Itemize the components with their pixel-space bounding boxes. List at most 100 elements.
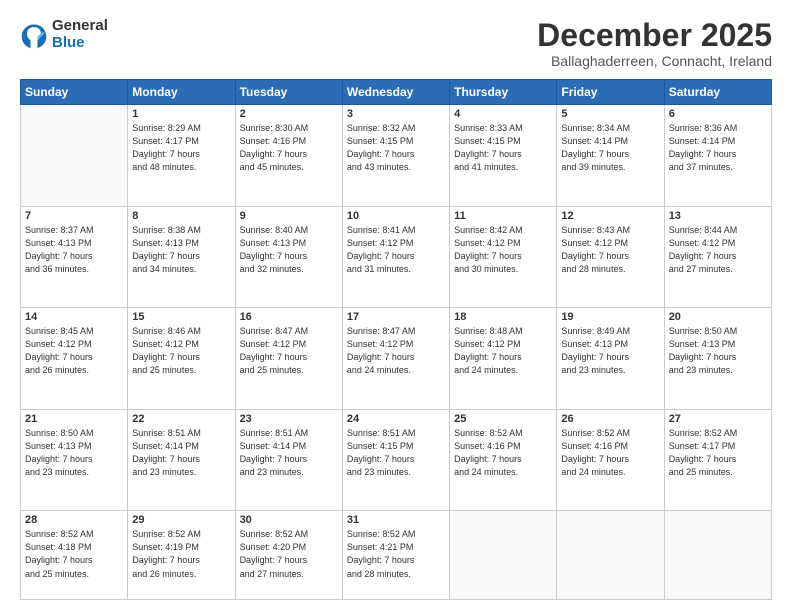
calendar-cell: 9Sunrise: 8:40 AM Sunset: 4:13 PM Daylig… (235, 206, 342, 308)
calendar-cell: 15 Sunrise: 8:46 AM Sunset: 4:12 PM Dayli… (128, 308, 235, 410)
day-number: 29 (132, 514, 230, 526)
day-number: 5 (561, 108, 659, 120)
calendar-header-thursday: Thursday (450, 80, 557, 105)
day-number: 27 (669, 413, 767, 425)
day-number: 9 (240, 210, 338, 222)
calendar-cell (21, 105, 128, 207)
calendar-cell: 24 Sunrise: 8:51 AM Sunset: 4:15 PM Dayli… (342, 409, 449, 511)
calendar-cell: 13 Sunrise: 8:44 AM Sunset: 4:12 PM Dayli… (664, 206, 771, 308)
calendar-cell: 7 Sunrise: 8:37 AM Sunset: 4:13 PM Daylig… (21, 206, 128, 308)
day-info: Sunrise: 8:47 AM Sunset: 4:12 PM Dayligh… (347, 325, 445, 377)
day-number: 24 (347, 413, 445, 425)
day-info: Sunrise: 8:45 AM Sunset: 4:12 PM Dayligh… (25, 325, 123, 377)
calendar-cell: 16 Sunrise: 8:47 AM Sunset: 4:12 PM Dayli… (235, 308, 342, 410)
day-number: 21 (25, 413, 123, 425)
day-number: 8 (132, 210, 230, 222)
calendar-cell: 20 Sunrise: 8:50 AM Sunset: 4:13 PM Dayli… (664, 308, 771, 410)
day-number: 7 (25, 210, 123, 222)
day-number: 26 (561, 413, 659, 425)
day-number: 22 (132, 413, 230, 425)
day-info: Sunrise: 8:52 AM Sunset: 4:16 PM Dayligh… (454, 427, 552, 479)
calendar-header-monday: Monday (128, 80, 235, 105)
day-number: 1 (132, 108, 230, 120)
header-right: December 2025 Ballaghaderreen, Connacht,… (537, 18, 772, 69)
day-number: 11 (454, 210, 552, 222)
day-number: 6 (669, 108, 767, 120)
calendar-cell: 14 Sunrise: 8:45 AM Sunset: 4:12 PM Dayli… (21, 308, 128, 410)
calendar-cell: 23 Sunrise: 8:51 AM Sunset: 4:14 PM Dayli… (235, 409, 342, 511)
day-info: Sunrise: 8:37 AM Sunset: 4:13 PM Dayligh… (25, 224, 123, 276)
day-info: Sunrise: 8:48 AM Sunset: 4:12 PM Dayligh… (454, 325, 552, 377)
calendar-cell (557, 511, 664, 600)
day-number: 18 (454, 311, 552, 323)
calendar-cell: 31Sunrise: 8:52 AM Sunset: 4:21 PM Dayli… (342, 511, 449, 600)
page: General Blue December 2025 Ballaghaderre… (0, 0, 792, 612)
day-info: Sunrise: 8:50 AM Sunset: 4:13 PM Dayligh… (669, 325, 767, 377)
calendar-cell: 1Sunrise: 8:29 AM Sunset: 4:17 PM Daylig… (128, 105, 235, 207)
day-number: 3 (347, 108, 445, 120)
day-info: Sunrise: 8:47 AM Sunset: 4:12 PM Dayligh… (240, 325, 338, 377)
day-info: Sunrise: 8:52 AM Sunset: 4:18 PM Dayligh… (25, 528, 123, 580)
calendar-cell: 27Sunrise: 8:52 AM Sunset: 4:17 PM Dayli… (664, 409, 771, 511)
day-info: Sunrise: 8:52 AM Sunset: 4:16 PM Dayligh… (561, 427, 659, 479)
calendar-header-row: SundayMondayTuesdayWednesdayThursdayFrid… (21, 80, 772, 105)
calendar-table: SundayMondayTuesdayWednesdayThursdayFrid… (20, 79, 772, 600)
day-info: Sunrise: 8:51 AM Sunset: 4:14 PM Dayligh… (240, 427, 338, 479)
calendar-cell: 19Sunrise: 8:49 AM Sunset: 4:13 PM Dayli… (557, 308, 664, 410)
calendar-cell: 29Sunrise: 8:52 AM Sunset: 4:19 PM Dayli… (128, 511, 235, 600)
day-number: 2 (240, 108, 338, 120)
day-number: 19 (561, 311, 659, 323)
day-info: Sunrise: 8:46 AM Sunset: 4:12 PM Dayligh… (132, 325, 230, 377)
day-number: 13 (669, 210, 767, 222)
day-number: 15 (132, 311, 230, 323)
calendar-cell: 26 Sunrise: 8:52 AM Sunset: 4:16 PM Dayli… (557, 409, 664, 511)
calendar-cell: 4Sunrise: 8:33 AM Sunset: 4:15 PM Daylig… (450, 105, 557, 207)
day-info: Sunrise: 8:36 AM Sunset: 4:14 PM Dayligh… (669, 122, 767, 174)
calendar-week-3: 14 Sunrise: 8:45 AM Sunset: 4:12 PM Dayli… (21, 308, 772, 410)
calendar-cell: 6 Sunrise: 8:36 AM Sunset: 4:14 PM Daylig… (664, 105, 771, 207)
calendar-cell: 8 Sunrise: 8:38 AM Sunset: 4:13 PM Daylig… (128, 206, 235, 308)
calendar-cell: 21 Sunrise: 8:50 AM Sunset: 4:13 PM Dayli… (21, 409, 128, 511)
day-info: Sunrise: 8:50 AM Sunset: 4:13 PM Dayligh… (25, 427, 123, 479)
location: Ballaghaderreen, Connacht, Ireland (537, 53, 772, 69)
logo-blue-text: Blue (52, 35, 108, 52)
calendar-header-saturday: Saturday (664, 80, 771, 105)
calendar-cell (664, 511, 771, 600)
logo-general-text: General (52, 18, 108, 35)
calendar-cell: 2 Sunrise: 8:30 AM Sunset: 4:16 PM Daylig… (235, 105, 342, 207)
top-section: General Blue December 2025 Ballaghaderre… (20, 18, 772, 69)
day-info: Sunrise: 8:33 AM Sunset: 4:15 PM Dayligh… (454, 122, 552, 174)
logo-text: General Blue (52, 18, 108, 51)
day-info: Sunrise: 8:34 AM Sunset: 4:14 PM Dayligh… (561, 122, 659, 174)
day-number: 12 (561, 210, 659, 222)
calendar-cell: 3Sunrise: 8:32 AM Sunset: 4:15 PM Daylig… (342, 105, 449, 207)
logo: General Blue (20, 18, 108, 51)
day-info: Sunrise: 8:30 AM Sunset: 4:16 PM Dayligh… (240, 122, 338, 174)
day-info: Sunrise: 8:41 AM Sunset: 4:12 PM Dayligh… (347, 224, 445, 276)
month-title: December 2025 (537, 18, 772, 53)
calendar-cell: 10Sunrise: 8:41 AM Sunset: 4:12 PM Dayli… (342, 206, 449, 308)
day-info: Sunrise: 8:51 AM Sunset: 4:15 PM Dayligh… (347, 427, 445, 479)
calendar-cell: 25Sunrise: 8:52 AM Sunset: 4:16 PM Dayli… (450, 409, 557, 511)
day-number: 17 (347, 311, 445, 323)
calendar-header-sunday: Sunday (21, 80, 128, 105)
day-info: Sunrise: 8:44 AM Sunset: 4:12 PM Dayligh… (669, 224, 767, 276)
calendar-week-2: 7 Sunrise: 8:37 AM Sunset: 4:13 PM Daylig… (21, 206, 772, 308)
calendar-cell (450, 511, 557, 600)
calendar-week-4: 21 Sunrise: 8:50 AM Sunset: 4:13 PM Dayli… (21, 409, 772, 511)
calendar-cell: 17 Sunrise: 8:47 AM Sunset: 4:12 PM Dayli… (342, 308, 449, 410)
calendar-week-5: 28Sunrise: 8:52 AM Sunset: 4:18 PM Dayli… (21, 511, 772, 600)
calendar-cell: 30Sunrise: 8:52 AM Sunset: 4:20 PM Dayli… (235, 511, 342, 600)
calendar-cell: 5 Sunrise: 8:34 AM Sunset: 4:14 PM Daylig… (557, 105, 664, 207)
calendar-header-tuesday: Tuesday (235, 80, 342, 105)
day-number: 23 (240, 413, 338, 425)
day-info: Sunrise: 8:38 AM Sunset: 4:13 PM Dayligh… (132, 224, 230, 276)
day-info: Sunrise: 8:43 AM Sunset: 4:12 PM Dayligh… (561, 224, 659, 276)
day-number: 20 (669, 311, 767, 323)
day-number: 14 (25, 311, 123, 323)
day-info: Sunrise: 8:42 AM Sunset: 4:12 PM Dayligh… (454, 224, 552, 276)
calendar-cell: 11 Sunrise: 8:42 AM Sunset: 4:12 PM Dayli… (450, 206, 557, 308)
day-info: Sunrise: 8:52 AM Sunset: 4:21 PM Dayligh… (347, 528, 445, 580)
calendar-header-friday: Friday (557, 80, 664, 105)
day-number: 16 (240, 311, 338, 323)
